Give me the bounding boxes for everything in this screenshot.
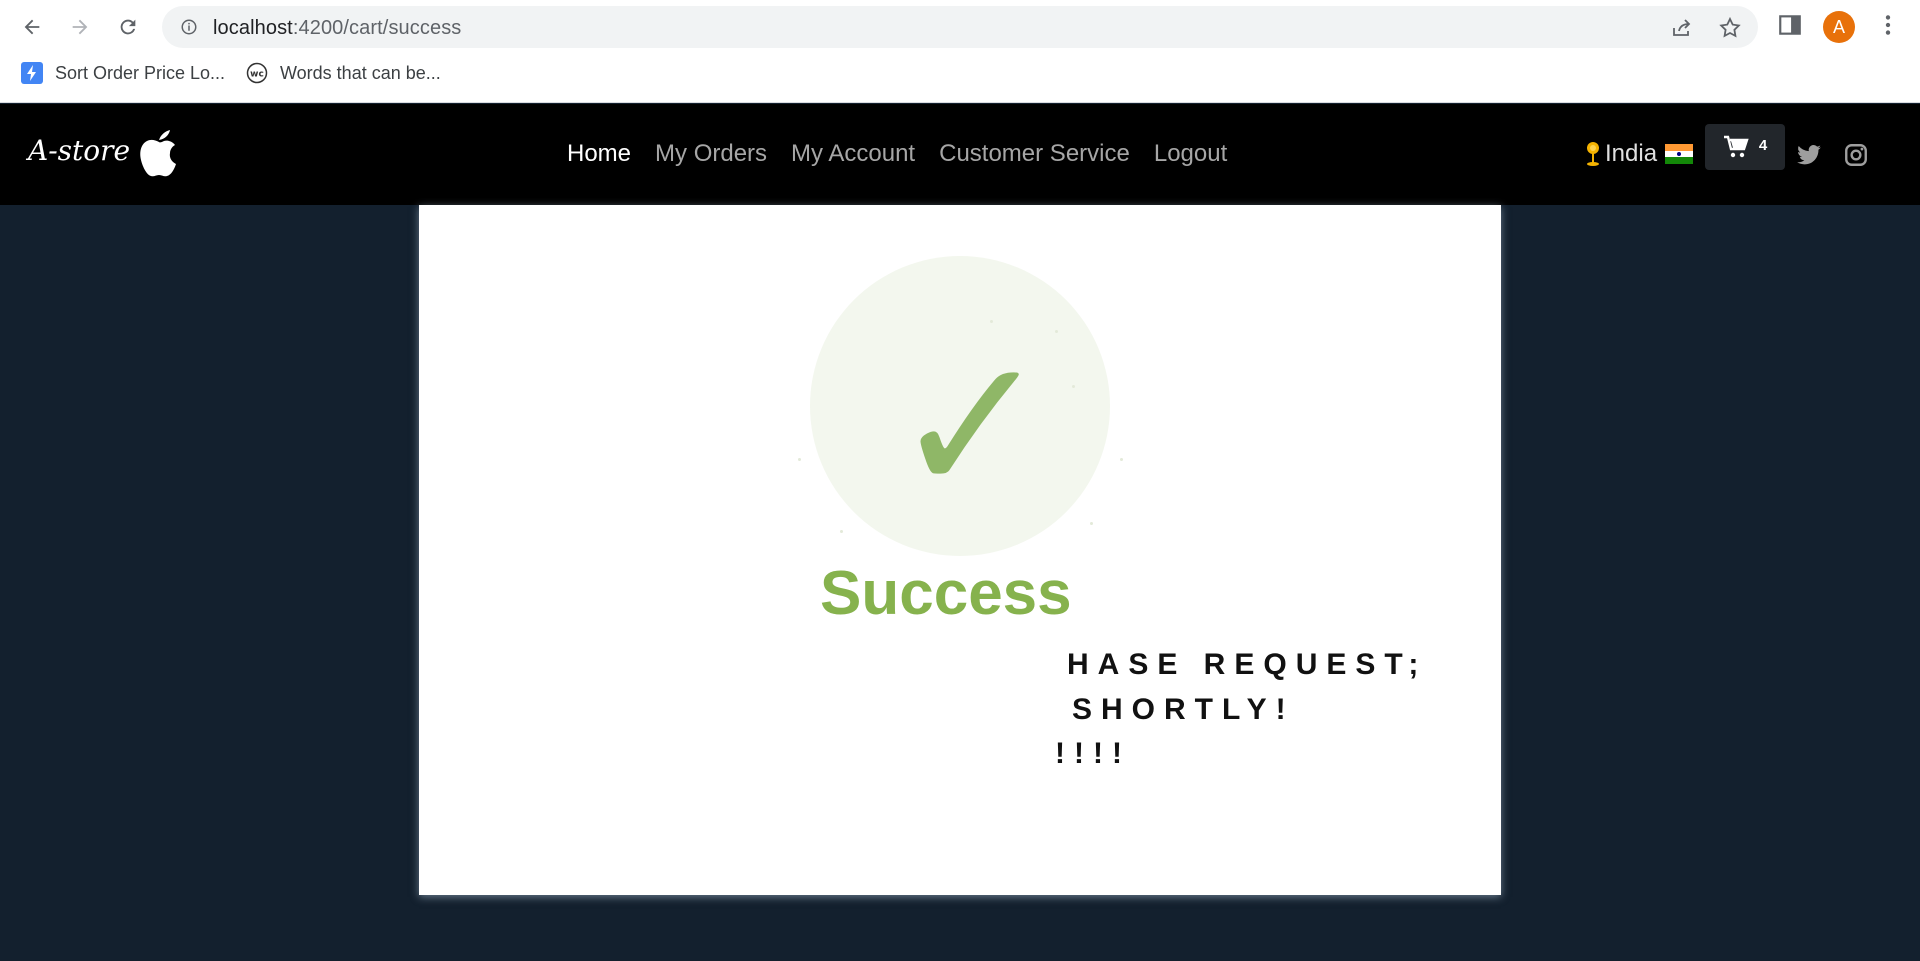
browser-chrome: localhost:4200/cart/success A Sort Order… bbox=[0, 0, 1920, 103]
share-icon[interactable] bbox=[1670, 16, 1694, 40]
bolt-bookmark-icon bbox=[21, 62, 43, 84]
cart-count-badge: 4 bbox=[1758, 136, 1768, 154]
success-title: Success bbox=[820, 559, 1072, 628]
side-panel-icon[interactable] bbox=[1777, 12, 1803, 38]
menu-item-logout[interactable]: Logout bbox=[1154, 140, 1227, 168]
bookmark-item[interactable]: wc Words that can be... bbox=[246, 62, 441, 84]
address-bar[interactable]: localhost:4200/cart/success bbox=[162, 6, 1758, 48]
location-label: India bbox=[1605, 140, 1658, 167]
wc-bookmark-icon: wc bbox=[246, 62, 268, 84]
forward-button[interactable] bbox=[63, 10, 97, 44]
sparkle-dot bbox=[1090, 522, 1093, 525]
apple-logo-icon[interactable] bbox=[136, 124, 182, 180]
india-flag-icon bbox=[1665, 144, 1694, 165]
instagram-icon[interactable] bbox=[1843, 142, 1869, 168]
back-button[interactable] bbox=[15, 10, 49, 44]
message-line: !!!! bbox=[1055, 737, 1131, 770]
url-host: localhost bbox=[213, 17, 293, 39]
url-path: :4200/cart/success bbox=[292, 17, 462, 39]
menu-item-customer-service[interactable]: Customer Service bbox=[939, 140, 1130, 168]
reload-icon bbox=[120, 19, 136, 35]
cart-button[interactable]: 4 bbox=[1705, 124, 1785, 170]
kebab-menu-icon[interactable] bbox=[1875, 12, 1901, 38]
sparkle-dot bbox=[1055, 330, 1058, 333]
store-navbar: A-store Home My Orders My Account Custom… bbox=[0, 104, 1920, 205]
sparkle-dot bbox=[798, 458, 801, 461]
location-pin-icon bbox=[1587, 142, 1599, 166]
sparkle-dot bbox=[1120, 458, 1123, 461]
url-text[interactable]: localhost:4200/cart/success bbox=[213, 17, 461, 40]
bookmarks-bar: Sort Order Price Lo... wc Words that can… bbox=[0, 58, 1920, 92]
svg-text:wc: wc bbox=[250, 70, 264, 80]
arrow-right-icon bbox=[72, 19, 88, 35]
location-selector[interactable]: India bbox=[1585, 140, 1694, 168]
reload-button[interactable] bbox=[111, 10, 145, 44]
checkmark-icon: ✓ bbox=[892, 316, 1052, 537]
profile-avatar[interactable]: A bbox=[1823, 11, 1855, 43]
menu-item-my-account[interactable]: My Account bbox=[791, 140, 915, 168]
shopping-cart-icon bbox=[1723, 135, 1749, 158]
sparkle-dot bbox=[840, 530, 843, 533]
arrow-left-icon bbox=[24, 19, 40, 35]
main-menu: Home My Orders My Account Customer Servi… bbox=[567, 140, 1251, 168]
message-line: HASE REQUEST; bbox=[1067, 648, 1428, 681]
menu-item-my-orders[interactable]: My Orders bbox=[655, 140, 767, 168]
sparkle-dot bbox=[1072, 385, 1075, 388]
bookmark-label: Sort Order Price Lo... bbox=[55, 62, 226, 83]
bookmark-label: Words that can be... bbox=[280, 62, 441, 83]
menu-item-home[interactable]: Home bbox=[567, 140, 631, 168]
message-line: SHORTLY! bbox=[1072, 693, 1295, 726]
bookmark-item[interactable]: Sort Order Price Lo... bbox=[21, 62, 225, 84]
twitter-icon[interactable] bbox=[1796, 142, 1822, 168]
brand-name[interactable]: A-store bbox=[28, 134, 130, 167]
info-icon[interactable] bbox=[180, 18, 198, 36]
star-icon[interactable] bbox=[1718, 16, 1742, 40]
